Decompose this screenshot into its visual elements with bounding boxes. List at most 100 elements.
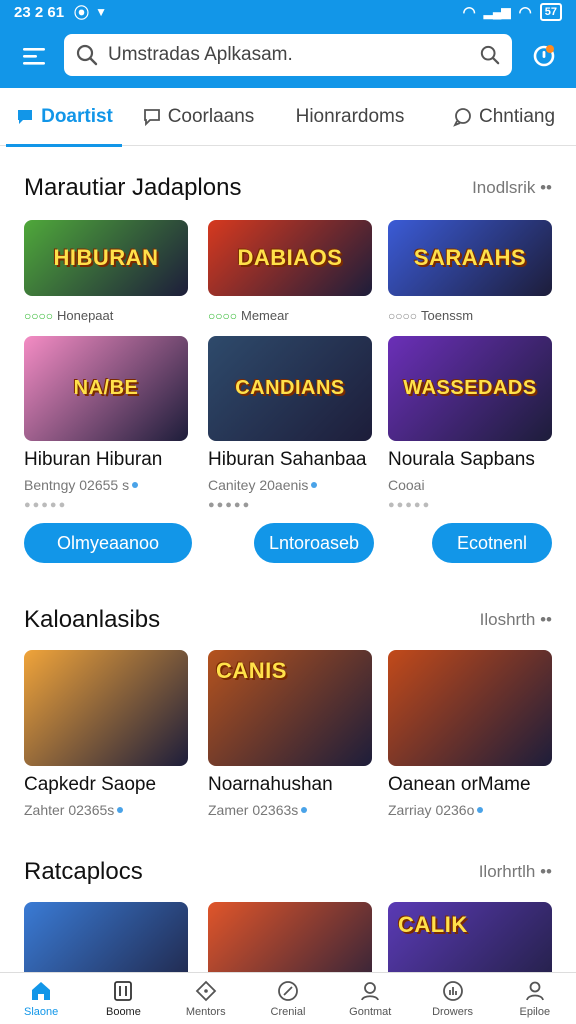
nav-label: Mentors [185,1006,226,1018]
app-meta-text: Cooai [388,477,425,493]
app-meta-text: Zarriay 0236o [388,802,475,818]
search-submit-icon[interactable] [480,45,500,65]
profile-icon [525,981,544,1001]
app-meta: Zamer 02363s [208,802,372,818]
thumbnail-art-text: WASSEDADS [403,377,537,399]
tab-coorlaans[interactable]: Coorlaans [128,88,268,146]
action-button-3[interactable]: Ecotnenl [432,523,552,563]
menu-icon [23,48,45,65]
app-meta: Zahter 02365s [24,802,188,818]
app-subtitle-text: Toenssm [421,308,474,323]
tab-label: Chntiang [478,105,556,127]
app-thumbnail [24,650,188,766]
battery-icon: 57 [539,3,562,21]
app-card[interactable]: CANDIANS Hiburan Sahanbaa Canitey 20aeni… [208,336,372,511]
app-card[interactable]: HIBURAN ○○○○ Honepaat [24,220,188,323]
chat-icon [18,109,33,124]
verified-dot-icon [301,807,308,813]
app-card[interactable]: Capkedr Saope Zahter 02365s [24,650,188,818]
section-title: Ratcaplocs [24,858,143,885]
verified-dot-icon [117,807,124,813]
nav-profile[interactable]: Epiloe [494,973,576,1024]
rating-dots: ○○○○ [388,308,417,323]
app-thumbnail: NA/BE [24,336,188,441]
nav-label: Drowers [432,1006,474,1018]
tab-doartist[interactable]: Doartist [0,88,128,147]
app-name: Hiburan Sahanbaa [208,449,367,470]
section-title: Marautiar Jadaplons [24,174,242,201]
menu-button[interactable] [16,38,52,74]
app-meta: Bentngy 02655 s [24,477,188,493]
thumbnail-art-text: HIBURAN [53,245,159,270]
verified-dot-icon [132,482,139,488]
message-icon [143,108,160,126]
wifi-icon: ◠ [462,4,476,21]
app-subtitle: ○○○○ Memear [208,308,372,323]
nav-mentors[interactable]: Mentors [165,973,247,1024]
thumbnail-art-text: NA/BE [73,377,139,399]
nav-home[interactable]: Slaone [0,973,82,1024]
app-thumbnail [388,650,552,766]
thumbnail-art-text: CANDIANS [235,377,345,399]
nav-book[interactable]: Boome [82,973,164,1024]
see-all-link[interactable]: Iloshrth •• [480,610,552,630]
thumbnail-art-text: DABIAOS [237,245,343,270]
app-card[interactable]: Oanean orMame Zarriay 0236o [388,650,552,818]
rating-dots: ○○○○ [208,308,237,323]
nav-drowers[interactable]: Drowers [411,973,493,1024]
sync-icon: ⦿ [74,4,90,22]
search-bar[interactable] [64,34,512,76]
see-all-link[interactable]: Ilorhrtlh •• [479,862,552,882]
app-subtitle: ○○○○ Toenssm [388,308,552,323]
nav-crenial[interactable]: Crenial [247,973,329,1024]
rating-stars: ●●●●● [208,499,252,511]
nav-gontmat[interactable]: Gontmat [329,973,411,1024]
tab-hionrardoms[interactable]: Hionrardoms [268,88,432,146]
app-card[interactable]: NA/BE Hiburan Hiburan Bentngy 02655 s ●●… [24,336,188,511]
notification-icon [533,45,555,67]
battery-level: 57 [544,6,557,18]
search-icon [76,44,98,66]
app-name: Noarnahushan [208,774,333,795]
app-meta-text: Canitey 20aenis [208,477,309,493]
comment-icon [453,107,471,127]
nav-label: Gontmat [349,1006,392,1018]
status-time: 23 2 61 [14,3,65,21]
bottom-navigation: Slaone Boome Mentors Crenial Gontmat Dro… [0,972,576,1024]
app-thumbnail: CANDIANS [208,336,372,441]
app-meta-text: Zahter 02365s [24,802,115,818]
action-button-1[interactable]: Olmyeaanoo [24,523,192,563]
app-name: Hiburan Hiburan [24,449,163,470]
section-title: Kaloanlasibs [24,606,161,633]
user-icon [361,982,380,1001]
tab-chntiang[interactable]: Chntiang [432,88,576,146]
app-card[interactable]: DABIAOS ○○○○ Memear [208,220,372,323]
see-all-link[interactable]: Inodlsrik •• [472,178,552,198]
thumbnail-art-text: SARAAHS [413,245,527,270]
app-name: Nourala Sapbans [388,449,535,470]
app-card[interactable]: WASSEDADS Nourala Sapbans Cooai ●●●●● [388,336,552,511]
search-input[interactable] [108,44,480,66]
thumbnail-art-text: CANIS [216,658,287,683]
app-card[interactable]: SARAAHS ○○○○ Toenssm [388,220,552,323]
wifi-icon-2: ◠ [518,4,532,21]
tab-label: Coorlaans [167,105,255,127]
signal-icon: ▂▄▆ [483,5,511,19]
app-bar [0,24,576,88]
app-name: Oanean orMame [388,774,531,795]
rating-dots: ○○○○ [24,308,53,323]
app-meta-text: Bentngy 02655 s [24,477,130,493]
app-subtitle: ○○○○ Honepaat [24,308,188,323]
action-button-2[interactable]: Lntoroaseb [254,523,374,563]
app-card[interactable]: CANIS Noarnahushan Zamer 02363s [208,650,372,818]
notification-button[interactable] [528,40,560,72]
app-subtitle-text: Memear [241,308,289,323]
app-meta: Canitey 20aenis [208,477,372,493]
app-thumbnail: DABIAOS [208,220,372,296]
nav-label: Boome [105,1006,141,1018]
tab-label: Hionrardoms [295,105,405,127]
app-name: Capkedr Saope [24,774,157,795]
verified-dot-icon [477,807,484,813]
nav-label: Epiloe [519,1006,551,1018]
app-meta: Zarriay 0236o [388,802,552,818]
